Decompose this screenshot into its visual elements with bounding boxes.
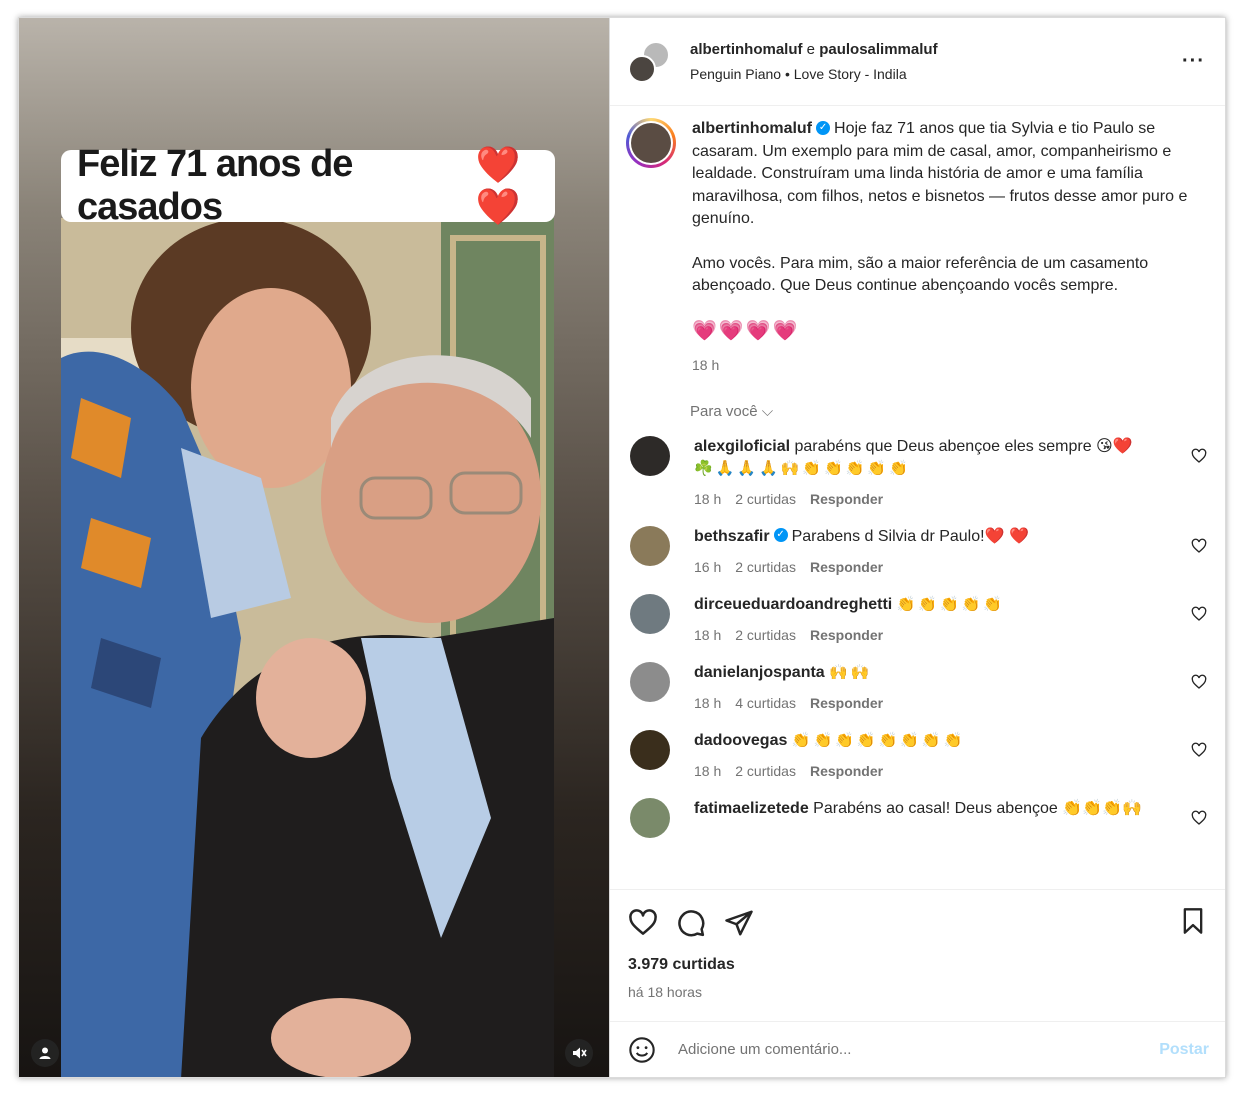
comment-sort-dropdown[interactable]: Para você ⌵ <box>690 403 1209 420</box>
comment-text: Parabens d Silvia dr Paulo!❤️ ❤️ <box>791 527 1029 545</box>
comment-likes[interactable]: 2 curtidas <box>735 556 796 578</box>
post-timestamp[interactable]: há 18 horas <box>628 984 1207 1000</box>
avatar[interactable] <box>630 435 670 476</box>
reply-button[interactable]: Responder <box>810 488 883 510</box>
audio-track-link[interactable]: Love Story - Indila <box>794 66 907 82</box>
comment-username[interactable]: dadoovegas <box>694 732 787 749</box>
comment-text: 🙌🙌 <box>829 663 873 681</box>
caption-text-2: Amo vocês. Para mim, são a maior referên… <box>692 254 1149 295</box>
avatar[interactable] <box>630 797 670 838</box>
avatar[interactable] <box>626 118 676 168</box>
speaker-muted-icon <box>573 1047 587 1059</box>
mute-button[interactable] <box>565 1039 593 1067</box>
avatar[interactable] <box>630 593 670 634</box>
comment-username[interactable]: fatimaelizetede <box>694 800 809 817</box>
comments-section[interactable]: albertinhomaluf ✓ Hoje faz 71 anos que tia… <box>610 106 1225 889</box>
like-heart-icon[interactable] <box>628 908 658 938</box>
comment-username[interactable]: alexgiloficial <box>694 438 790 455</box>
media-caption-text: Feliz 71 anos de casados <box>77 143 353 228</box>
avatar[interactable] <box>630 525 670 566</box>
comment-username[interactable]: bethszafir <box>694 528 770 545</box>
avatar[interactable] <box>630 729 670 770</box>
comment-text: Parabéns ao casal! Deus abençoe 👏👏👏🙌 <box>813 799 1142 817</box>
post-media[interactable]: Feliz 71 anos de casados ❤️❤️ <box>19 18 610 1077</box>
reply-button[interactable]: Responder <box>810 624 883 646</box>
author-link-1[interactable]: albertinhomaluf <box>690 41 803 58</box>
reply-button[interactable]: Responder <box>810 556 883 578</box>
comment-time[interactable]: 18 h <box>694 488 721 510</box>
heart-icon[interactable] <box>1191 674 1207 690</box>
comment-bubble-icon[interactable] <box>676 908 706 938</box>
couple-photo <box>61 218 554 1077</box>
likes-count[interactable]: 3.979 curtidas <box>628 956 1207 974</box>
audio-attribution: Penguin Piano • Love Story - Indila <box>690 66 938 82</box>
caption-username[interactable]: albertinhomaluf <box>692 120 812 137</box>
comment-time[interactable]: 18 h <box>694 760 721 782</box>
post-caption: albertinhomaluf ✓ Hoje faz 71 anos que tia… <box>626 118 1209 377</box>
comment-time[interactable]: 18 h <box>694 692 721 714</box>
post-header: albertinhomaluf e paulosalimmaluf Pengui… <box>610 18 1225 106</box>
collab-avatars[interactable] <box>628 40 670 83</box>
comment-composer: Adicione um comentário... Postar <box>610 1021 1225 1077</box>
heart-icon[interactable] <box>1191 538 1207 554</box>
post-comment-button[interactable]: Postar <box>1159 1041 1209 1059</box>
media-caption-card: Feliz 71 anos de casados ❤️❤️ <box>61 143 555 228</box>
comment-username[interactable]: dirceueduardoandreghetti <box>694 596 892 613</box>
comment-text-continued: ☘️🙏🙏🙏🙌👏👏👏👏👏 <box>694 459 911 477</box>
comment-time[interactable]: 18 h <box>694 624 721 646</box>
comment-input[interactable]: Adicione um comentário... <box>678 1041 1159 1058</box>
avatar[interactable] <box>630 661 670 702</box>
caption-time[interactable]: 18 h <box>692 354 1202 377</box>
audio-separator: • <box>781 66 794 82</box>
post-modal: Feliz 71 anos de casados ❤️❤️ albertinho… <box>18 17 1226 1078</box>
heart-icon[interactable] <box>1191 810 1207 826</box>
bookmark-icon[interactable] <box>1179 906 1207 936</box>
verified-icon: ✓ <box>773 528 788 543</box>
comment-item: dadoovegas 👏👏👏👏👏👏👏👏 18 h 2 curtidas Resp… <box>626 729 1209 782</box>
comment-time[interactable]: 16 h <box>694 556 721 578</box>
tagged-users-button[interactable] <box>31 1039 59 1067</box>
post-authors: albertinhomaluf e paulosalimmaluf <box>690 41 938 58</box>
comment-likes[interactable]: 2 curtidas <box>735 624 796 646</box>
comment-likes[interactable]: 4 curtidas <box>735 692 796 714</box>
heart-icon[interactable] <box>1191 448 1207 464</box>
more-options-button[interactable]: ··· <box>1182 50 1205 73</box>
reply-button[interactable]: Responder <box>810 760 883 782</box>
comment-text: parabéns que Deus abençoe eles sempre 😘❤… <box>794 437 1133 455</box>
heart-icon[interactable] <box>1191 606 1207 622</box>
post-actions: 3.979 curtidas há 18 horas <box>610 889 1225 1021</box>
media-caption-hearts: ❤️❤️ <box>475 144 521 227</box>
comment-likes[interactable]: 2 curtidas <box>735 488 796 510</box>
comment-username[interactable]: danielanjospanta <box>694 664 825 681</box>
heart-icon[interactable] <box>1191 742 1207 758</box>
reply-button[interactable]: Responder <box>810 692 883 714</box>
audio-artist-link[interactable]: Penguin Piano <box>690 66 781 82</box>
comment-item: bethszafir ✓ Parabens d Silvia dr Paulo!❤️… <box>626 525 1209 578</box>
post-details-panel: albertinhomaluf e paulosalimmaluf Pengui… <box>610 18 1225 1077</box>
author-connector: e <box>802 41 820 58</box>
emoji-icon[interactable] <box>628 1036 656 1064</box>
comment-item: dirceueduardoandreghetti 👏👏👏👏👏 18 h 2 cu… <box>626 593 1209 646</box>
comment-item: danielanjospanta 🙌🙌 18 h 4 curtidas Resp… <box>626 661 1209 714</box>
caption-hearts: 💗💗💗💗 <box>692 319 800 342</box>
comment-likes[interactable]: 2 curtidas <box>735 760 796 782</box>
comment-text: 👏👏👏👏👏👏👏👏 <box>791 731 966 749</box>
author-link-2[interactable]: paulosalimmaluf <box>819 41 937 58</box>
share-send-icon[interactable] <box>724 908 754 938</box>
avatar <box>628 54 656 83</box>
comment-item: fatimaelizetede Parabéns ao casal! Deus … <box>626 797 1209 838</box>
comment-text: 👏👏👏👏👏 <box>896 595 1006 613</box>
verified-icon: ✓ <box>816 120 831 135</box>
comment-item: alexgiloficial parabéns que Deus abençoe… <box>626 435 1209 510</box>
user-icon <box>39 1047 51 1059</box>
